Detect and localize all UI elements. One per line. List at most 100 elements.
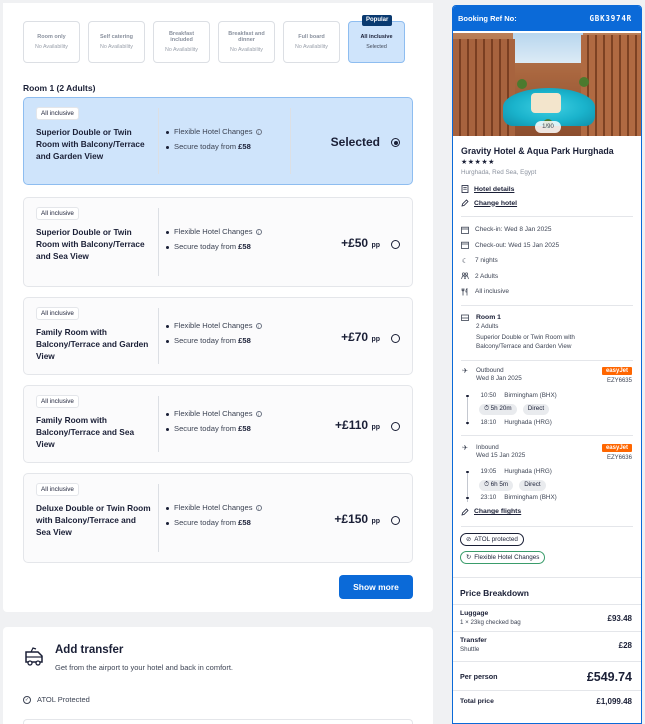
transfer-title: Add transfer	[55, 644, 124, 656]
departure-row: 19:05 Hurghada (HRG)	[461, 468, 552, 475]
feature-secure: Secure today from £58	[166, 518, 251, 527]
room-price: +£50 pp	[341, 236, 380, 250]
luggage-label: Luggage	[460, 609, 489, 617]
feature-secure: Secure today from £58	[166, 336, 251, 345]
booking-summary: Booking Ref No: GBK3974R 1/90 Gravity Ho…	[452, 5, 642, 724]
info-icon[interactable]: i	[255, 229, 262, 235]
board-option-all-inclusive[interactable]: Popular All inclusive Selected	[348, 15, 405, 63]
divider	[453, 603, 641, 605]
transfer-price: £28	[618, 640, 632, 650]
feature-secure-label: Secure today from	[174, 336, 239, 345]
plane-icon: ✈	[462, 444, 468, 452]
room-price-suffix: pp	[371, 242, 380, 249]
room-price-value: +£50	[341, 236, 369, 250]
room-option[interactable]: All inclusive Deluxe Double or Twin Room…	[23, 473, 413, 563]
arrival-place: Hurghada (HRG)	[504, 418, 552, 426]
divider	[158, 396, 159, 452]
feature-flexible-label: Flexible Hotel Changes	[174, 321, 253, 330]
check-in-row: Check-in: Wed 8 Jan 2025	[461, 222, 641, 238]
change-hotel-link[interactable]: Change hotel	[461, 199, 641, 207]
divider	[158, 208, 159, 276]
board-tag: All inclusive	[36, 395, 79, 408]
image-counter: 1/90	[535, 121, 561, 133]
room-heading: Room 1 (2 Adults)	[23, 83, 96, 93]
document-icon	[461, 185, 469, 193]
hotel-details-link[interactable]: Hotel details	[461, 185, 641, 193]
hotel-image[interactable]: 1/90	[453, 33, 641, 136]
shield-icon: ⊘	[466, 535, 472, 543]
board-tag: All inclusive	[36, 207, 79, 220]
flight-direction: Outbound	[476, 366, 504, 374]
board-option-name: Room only	[37, 34, 66, 41]
room-price-value: +£110	[335, 418, 369, 432]
divider	[461, 359, 633, 361]
check-icon: ✓	[23, 695, 31, 704]
feature-secure: Secure today from £58	[166, 142, 251, 151]
board-option-breakfast-and-dinner[interactable]: Breakfast and dinner No Availability	[218, 21, 275, 63]
board-option-name: Self catering	[99, 34, 133, 41]
flexible-badge-label: Flexible Hotel Changes	[474, 553, 540, 561]
luggage-detail: 1 × 23kg checked bag	[460, 618, 521, 626]
show-more-button[interactable]: Show more	[339, 575, 413, 599]
info-icon[interactable]: i	[255, 323, 262, 329]
feature-secure-amount: £58	[238, 242, 251, 251]
atol-badge: ⊘ ATOL protected	[460, 532, 524, 546]
room-name: Family Room with Balcony/Terrace and Gar…	[36, 327, 149, 361]
guests-text: 2 Adults	[475, 272, 499, 280]
total-price: £1,099.48	[596, 696, 632, 706]
board-option-self-catering[interactable]: Self catering No Availability	[88, 21, 145, 63]
room-name: Family Room with Balcony/Terrace and Sea…	[36, 415, 135, 449]
board-tag: All inclusive	[36, 107, 79, 120]
booking-ref-value: GBK3974R	[589, 14, 632, 23]
room-option[interactable]: All inclusive Superior Double or Twin Ro…	[23, 197, 413, 287]
divider	[453, 689, 641, 691]
arrival-time: 23:10	[480, 493, 497, 501]
feature-secure-amount: £58	[238, 424, 251, 433]
room-radio[interactable]	[391, 240, 400, 249]
flight-date: Wed 8 Jan 2025	[476, 374, 522, 382]
transfer-detail: Shuttle	[460, 645, 480, 653]
arrival-row: 23:10 Birmingham (BHX)	[461, 494, 557, 501]
room-radio[interactable]	[391, 422, 400, 431]
feature-secure: Secure today from £58	[166, 242, 251, 251]
departure-time: 19:05	[480, 467, 497, 475]
room-price: +£150 pp	[334, 512, 380, 526]
info-icon[interactable]: i	[255, 505, 262, 511]
info-icon[interactable]: i	[255, 411, 262, 417]
duration-pill: ⏱ 5h 20m	[479, 403, 517, 415]
board-option-full-board[interactable]: Full board No Availability	[283, 21, 340, 63]
moon-icon: ☾	[461, 257, 469, 265]
duration-text: 6h 5m	[490, 481, 509, 488]
room-radio[interactable]	[391, 138, 400, 147]
popular-badge: Popular	[362, 15, 393, 26]
feature-flexible: Flexible Hotel Changes i	[166, 127, 262, 136]
outbound-flight: ✈ Outbound Wed 8 Jan 2025 easyJet EZY663…	[461, 366, 641, 437]
board-option-availability: Selected	[366, 43, 387, 50]
check-out-row: Check-out: Wed 15 Jan 2025	[461, 238, 641, 254]
feature-flexible-label: Flexible Hotel Changes	[174, 409, 253, 418]
room-option[interactable]: All inclusive Family Room with Balcony/T…	[23, 297, 413, 375]
stops-pill: Direct	[522, 403, 550, 415]
board-option-room-only[interactable]: Room only No Availability	[23, 21, 80, 63]
room-radio[interactable]	[391, 516, 400, 525]
transfer-label: Transfer	[460, 636, 487, 644]
hotel-name: Gravity Hotel & Aqua Park Hurghada	[461, 146, 614, 156]
flight-date: Wed 15 Jan 2025	[476, 451, 526, 459]
divider	[158, 308, 159, 364]
room-option[interactable]: All inclusive Superior Double or Twin Ro…	[23, 97, 413, 185]
transfer-option[interactable]	[23, 719, 413, 724]
room-summary-title: Room 1	[476, 313, 501, 321]
room-option[interactable]: All inclusive Family Room with Balcony/T…	[23, 385, 413, 463]
room-price: +£110 pp	[335, 418, 380, 432]
cutlery-icon	[461, 287, 469, 296]
check-out-text: Check-out: Wed 15 Jan 2025	[475, 241, 560, 249]
divider	[158, 484, 159, 552]
duration-text: 5h 20m	[490, 405, 512, 412]
info-icon[interactable]: i	[255, 129, 262, 135]
room-name: Superior Double or Twin Room with Balcon…	[36, 227, 145, 261]
board-option-breakfast-included[interactable]: Breakfast included No Availability	[153, 21, 210, 63]
room-summary-description: Superior Double or Twin Room with Balcon…	[476, 333, 575, 350]
room-radio[interactable]	[391, 334, 400, 343]
board-option-name: All inclusive	[360, 34, 393, 41]
people-icon	[461, 272, 469, 280]
